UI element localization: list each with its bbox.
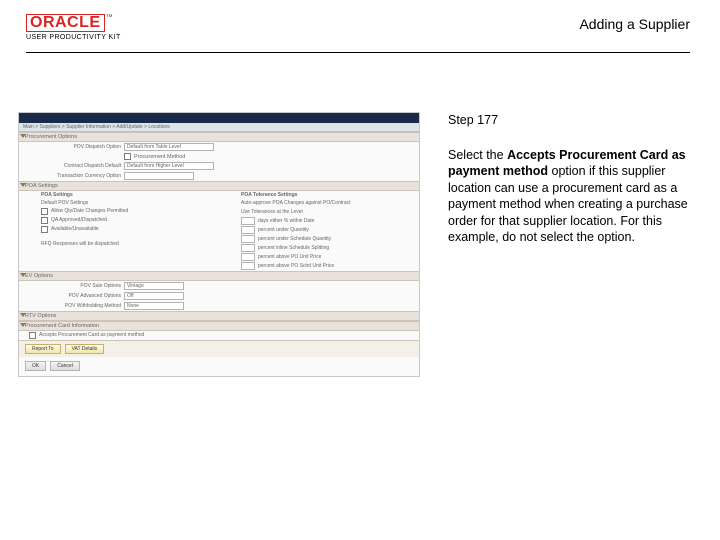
label-dispatch-option: POV Dispatch Option — [41, 144, 121, 150]
section-procurement-options: Procurement Options — [19, 132, 419, 142]
page-title: Adding a Supplier — [579, 14, 690, 32]
checkbox[interactable] — [41, 226, 48, 233]
vat-details-button[interactable]: VAT Details — [65, 344, 105, 354]
label-accepts-pcard: Accepts Procurement Card as payment meth… — [39, 331, 144, 339]
brand-logo: ORACLE™ USER PRODUCTIVITY KIT — [26, 14, 121, 41]
section-pcard-info: Procurement Card Information — [19, 321, 419, 331]
checkbox-accepts-pcard[interactable] — [29, 332, 36, 339]
select-ev-sale[interactable]: Vintage — [124, 282, 184, 290]
select-currency-option[interactable] — [124, 172, 194, 180]
breadcrumb: Main > Suppliers > Supplier Information … — [19, 123, 419, 132]
step-instruction: Select the Accepts Procurement Card as p… — [448, 147, 690, 246]
input-tol[interactable] — [241, 244, 255, 252]
select-ev-adv[interactable]: Off — [124, 292, 184, 300]
subhead-poa-settings: POA Settings — [19, 191, 219, 199]
input-tol[interactable] — [241, 253, 255, 261]
label-contract-dispatch: Contract Dispatch Default — [41, 163, 121, 169]
subhead-poa-tolerance: POA Tolerance Settings — [219, 191, 419, 199]
step-number: Step 177 — [448, 112, 690, 129]
section-ev-options: EV Options — [19, 271, 419, 281]
report-to-button[interactable]: Report To — [25, 344, 61, 354]
checkbox[interactable] — [41, 208, 48, 215]
select-contract-dispatch[interactable]: Default from Higher Level — [124, 162, 214, 170]
ok-button[interactable]: OK — [25, 361, 46, 371]
app-screenshot: Main > Suppliers > Supplier Information … — [18, 112, 420, 377]
input-tol[interactable] — [241, 235, 255, 243]
select-dispatch-option[interactable]: Default from Table Level — [124, 143, 214, 151]
label-currency-option: Transaction Currency Option — [41, 173, 121, 179]
checkbox-procurement-method[interactable] — [124, 153, 131, 160]
input-tol[interactable] — [241, 226, 255, 234]
app-tabstrip — [19, 113, 419, 123]
logo-subtitle: USER PRODUCTIVITY KIT — [26, 34, 121, 41]
input-tol[interactable] — [241, 262, 255, 270]
subhead-default-pov: Default POV Settings — [19, 199, 219, 207]
cancel-button[interactable]: Cancel — [50, 361, 80, 371]
section-poa-settings: POA Settings — [19, 181, 419, 191]
select-ev-wh[interactable]: None — [124, 302, 184, 310]
input-tol[interactable] — [241, 217, 255, 225]
logo-wordmark: ORACLE — [26, 14, 105, 32]
section-rtv-options: RTV Options — [19, 311, 419, 321]
label-procurement-method: Procurement Method — [134, 154, 185, 160]
logo-trademark: ™ — [106, 14, 113, 21]
checkbox[interactable] — [41, 217, 48, 224]
header-divider — [26, 52, 690, 53]
